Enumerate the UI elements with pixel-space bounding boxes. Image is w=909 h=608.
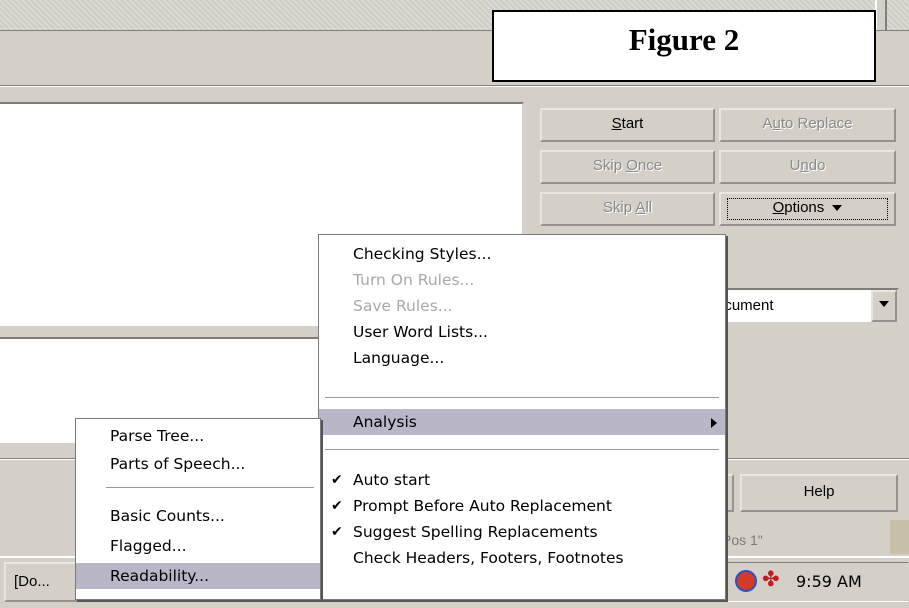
menu-item-analysis[interactable]: Analysis [319, 409, 725, 435]
menu-item-check-headers-footers-footnotes[interactable]: Check Headers, Footers, Footnotes [319, 545, 725, 571]
status-grip [890, 520, 909, 554]
start-button[interactable]: Start [540, 108, 715, 142]
chevron-down-icon [879, 301, 889, 308]
menu-item-label: Auto start [353, 471, 431, 489]
submenu-item-label: Flagged... [110, 537, 187, 555]
figure-label: Figure 2 [628, 22, 740, 57]
checkmark-icon: ✔ [331, 524, 343, 540]
undo-button[interactable]: Undo [719, 150, 896, 184]
submenu-item-flagged[interactable]: Flagged... [76, 533, 320, 559]
submenu-item-readability[interactable]: Readability... [76, 563, 320, 589]
menu-item-label: Turn On Rules... [353, 271, 475, 289]
window-frame-edge [875, 0, 887, 30]
menu-item-label: Check Headers, Footers, Footnotes [353, 549, 624, 567]
menu-item-label: Suggest Spelling Replacements [353, 523, 598, 541]
submenu-item-label: Readability... [110, 567, 210, 585]
menu-item-turn-on-rules[interactable]: Turn On Rules... [319, 267, 725, 293]
submenu-item-parse-tree[interactable]: Parse Tree... [76, 423, 320, 449]
submenu-arrow-icon [711, 418, 717, 428]
analysis-submenu: Parse Tree... Parts of Speech... Basic Cou… [75, 418, 321, 600]
skip-all-button[interactable]: Skip All [540, 192, 715, 226]
menu-item-suggest-spelling-replacements[interactable]: Suggest Spelling Replacements ✔ [319, 519, 725, 545]
submenu-item-label: Basic Counts... [110, 507, 225, 525]
checkmark-icon: ✔ [331, 498, 343, 514]
menu-item-prompt-before-auto-replacement[interactable]: Prompt Before Auto Replacement ✔ [319, 493, 725, 519]
options-menu: Checking Styles... Turn On Rules... Save R… [318, 234, 726, 600]
submenu-item-label: Parse Tree... [110, 427, 205, 445]
tray-app-icon[interactable] [735, 570, 757, 592]
submenu-item-basic-counts[interactable]: Basic Counts... [76, 503, 320, 529]
skip-once-button[interactable]: Skip Once [540, 150, 715, 184]
menu-item-label: Checking Styles... [353, 245, 492, 263]
menu-item-auto-start[interactable]: Auto start ✔ [319, 467, 725, 493]
menu-item-save-rules[interactable]: Save Rules... [319, 293, 725, 319]
menu-item-user-word-lists[interactable]: User Word Lists... [319, 319, 725, 345]
submenu-item-label: Parts of Speech... [110, 455, 246, 473]
menu-item-label: Language... [353, 349, 445, 367]
tray-network-icon[interactable]: ✤ [762, 568, 780, 592]
menu-item-label: Save Rules... [353, 297, 453, 315]
checkmark-icon: ✔ [331, 472, 343, 488]
help-button[interactable]: Help [740, 474, 898, 512]
menu-item-checking-styles[interactable]: Checking Styles... [319, 241, 725, 267]
menu-item-label: Prompt Before Auto Replacement [353, 497, 612, 515]
menu-item-language[interactable]: Language... [319, 345, 725, 371]
status-position: Pos 1" [722, 532, 763, 548]
options-button[interactable]: Options [719, 192, 896, 226]
toolbar-divider [0, 85, 909, 87]
menu-separator [325, 397, 719, 398]
submenu-item-parts-of-speech[interactable]: Parts of Speech... [76, 451, 320, 477]
menu-separator [106, 487, 314, 488]
taskbar-task-button[interactable]: [Do... [4, 562, 84, 602]
menu-item-label: Analysis [353, 413, 417, 431]
auto-replace-button[interactable]: Auto Replace [719, 108, 896, 142]
clock[interactable]: 9:59 AM [796, 572, 862, 591]
menu-separator [325, 449, 719, 450]
dropdown-arrow-button[interactable] [871, 290, 897, 322]
focus-rect [727, 198, 888, 220]
check-scope-dropdown[interactable]: ocument [704, 288, 899, 324]
menu-item-label: User Word Lists... [353, 323, 488, 341]
